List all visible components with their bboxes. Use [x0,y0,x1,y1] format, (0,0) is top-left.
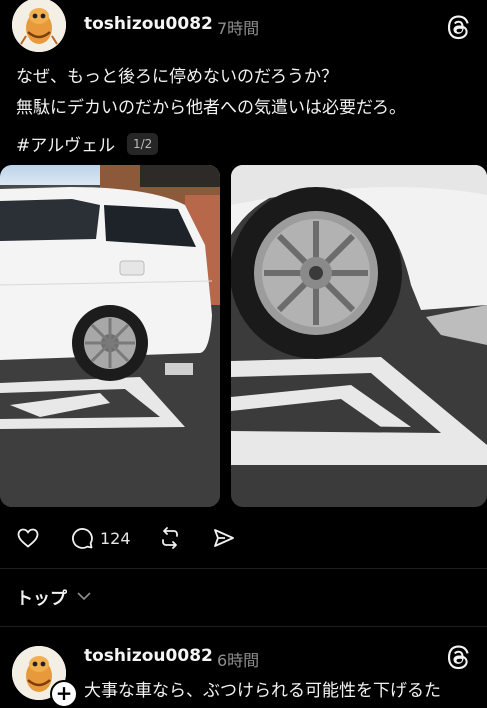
sort-label[interactable]: トップ [16,584,67,609]
post-actions: 124 [0,524,487,552]
divider [0,626,487,627]
timestamp: 6時間 [217,651,260,670]
repost-icon [162,527,178,549]
post-caption-line-2: 無駄にデカいのだから他者への気遣いは必要だろ。 [16,98,406,118]
post-1: toshizou0082 7時間 なぜ、もっと後ろに停めないのだろうか？ 無駄に… [0,0,487,570]
hashtag-link[interactable]: #アルヴェル [16,131,115,156]
heart-icon [17,528,39,548]
timestamp: 7時間 [217,19,260,38]
image-counter-badge: 1/2 [127,133,159,155]
post-caption-line-1: なぜ、もっと後ろに停めないのだろうか？ [16,67,338,87]
post-photo-1[interactable] [0,165,220,507]
avatar[interactable] [12,0,66,52]
divider [0,568,487,569]
share-icon [214,529,234,547]
comment-icon [72,528,93,549]
username[interactable]: toshizou0082 [84,14,213,34]
share-button[interactable] [212,524,236,552]
threads-logo-icon[interactable] [446,644,472,670]
threads-logo-icon[interactable] [446,14,472,40]
username[interactable]: toshizou0082 [84,646,213,666]
reply-button[interactable]: 124 [70,524,131,552]
reply-count: 124 [100,528,131,548]
post-caption: 大事な車なら、ぶつけられる可能性を下げるた [84,681,441,701]
follow-plus-button[interactable]: + [50,680,78,708]
post-photo-2[interactable] [231,165,487,507]
like-button[interactable] [16,524,40,552]
chevron-down-icon[interactable] [77,591,91,601]
repost-button[interactable] [158,524,182,552]
